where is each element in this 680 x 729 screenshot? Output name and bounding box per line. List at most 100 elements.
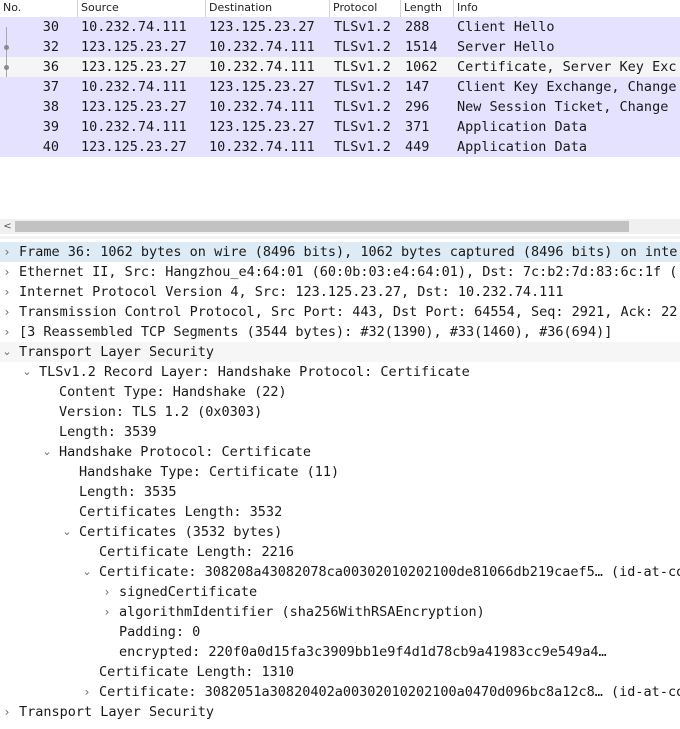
tree-item-label: Transmission Control Protocol, Src Port:… xyxy=(19,304,678,320)
scrollbar-thumb[interactable] xyxy=(15,221,629,232)
chevron-down-icon[interactable]: ⌄ xyxy=(41,442,53,462)
tree-item[interactable]: Version: TLS 1.2 (0x0303) xyxy=(0,402,680,422)
packet-cell-length: 147 xyxy=(405,79,430,95)
chevron-right-icon[interactable]: › xyxy=(1,282,13,302)
tree-item[interactable]: › Transport Layer Security xyxy=(0,702,680,722)
packet-cell-protocol: TLSv1.2 xyxy=(334,39,391,55)
packet-cell-info: Certificate, Server Key Exc xyxy=(457,59,677,75)
tree-item-label: Ethernet II, Src: Hangzhou_e4:64:01 (60:… xyxy=(19,264,678,280)
packet-details-tree: › Frame 36: 1062 bytes on wire (8496 bits… xyxy=(0,242,680,729)
tree-item[interactable]: Handshake Type: Certificate (11) xyxy=(0,462,680,482)
horizontal-scrollbar[interactable]: < xyxy=(0,219,680,234)
packet-cell-destination: 123.125.23.27 xyxy=(209,119,315,135)
tree-item-label: TLSv1.2 Record Layer: Handshake Protocol… xyxy=(39,364,470,380)
chevron-right-icon[interactable]: › xyxy=(101,602,113,622)
packet-cell-info: Client Hello xyxy=(457,19,555,35)
packet-cell-protocol: TLSv1.2 xyxy=(334,119,391,135)
chevron-right-icon[interactable]: › xyxy=(81,682,93,702)
packet-cell-protocol: TLSv1.2 xyxy=(334,139,391,155)
tree-item-label: Frame 36: 1062 bytes on wire (8496 bits)… xyxy=(19,244,678,260)
tree-item[interactable]: ⌄ Certificates (3532 bytes) xyxy=(0,522,680,542)
tree-item[interactable]: Certificate Length: 2216 xyxy=(0,542,680,562)
chevron-down-icon[interactable]: ⌄ xyxy=(61,522,73,542)
packet-row[interactable]: 32 123.125.23.27 10.232.74.111 TLSv1.2 1514 S… xyxy=(0,37,680,57)
related-packet-dot-icon xyxy=(4,45,9,50)
column-header-no[interactable]: No. xyxy=(0,0,78,17)
packet-row[interactable]: 30 10.232.74.111 123.125.23.27 TLSv1.2 288 Cl… xyxy=(0,17,680,37)
tree-item-label: signedCertificate xyxy=(119,584,258,600)
packet-row[interactable]: 40 123.125.23.27 10.232.74.111 TLSv1.2 449 Ap… xyxy=(0,137,680,157)
packet-cell-source: 123.125.23.27 xyxy=(81,59,187,75)
tree-item[interactable]: › Ethernet II, Src: Hangzhou_e4:64:01 (60… xyxy=(0,262,680,282)
tree-item[interactable]: Certificate Length: 1310 xyxy=(0,662,680,682)
tree-item[interactable]: › Transmission Control Protocol, Src Port… xyxy=(0,302,680,322)
packet-list: No. Source Destination Protocol Length I… xyxy=(0,0,680,218)
tree-item[interactable]: Content Type: Handshake (22) xyxy=(0,382,680,402)
chevron-down-icon[interactable]: ⌄ xyxy=(21,362,33,382)
tree-item[interactable]: › [3 Reassembled TCP Segments (3544 bytes… xyxy=(0,322,680,342)
chevron-right-icon[interactable]: › xyxy=(1,262,13,282)
packet-row[interactable]: 38 123.125.23.27 10.232.74.111 TLSv1.2 296 Ne… xyxy=(0,97,680,117)
packet-row[interactable]: 39 10.232.74.111 123.125.23.27 TLSv1.2 371 Ap… xyxy=(0,117,680,137)
column-header-length[interactable]: Length xyxy=(401,0,454,17)
scroll-left-arrow-icon[interactable]: < xyxy=(2,221,13,232)
tree-item[interactable]: ⌄ TLSv1.2 Record Layer: Handshake Protoco… xyxy=(0,362,680,382)
packet-row[interactable]: 36 123.125.23.27 10.232.74.111 TLSv1.2 1062 C… xyxy=(0,57,680,77)
chevron-right-icon[interactable]: › xyxy=(101,582,113,602)
tree-item[interactable]: encrypted: 220f0a0d15fa3c3909bb1e9f4d1d7… xyxy=(0,642,680,662)
tree-item[interactable]: › Internet Protocol Version 4, Src: 123.1… xyxy=(0,282,680,302)
tree-item-label: Certificates Length: 3532 xyxy=(79,504,283,520)
tree-item-label: Handshake Type: Certificate (11) xyxy=(79,464,340,480)
tree-item-label: encrypted: 220f0a0d15fa3c3909bb1e9f4d1d7… xyxy=(119,644,607,660)
packet-row[interactable]: 37 10.232.74.111 123.125.23.27 TLSv1.2 147 Cl… xyxy=(0,77,680,97)
chevron-down-icon[interactable]: ⌄ xyxy=(1,342,13,362)
tree-item-label: Content Type: Handshake (22) xyxy=(59,384,287,400)
packet-cell-source: 123.125.23.27 xyxy=(81,139,187,155)
packet-cell-info: Server Hello xyxy=(457,39,555,55)
column-header-source[interactable]: Source xyxy=(78,0,206,17)
related-packet-dot-icon xyxy=(4,65,9,70)
tree-item[interactable]: Length: 3539 xyxy=(0,422,680,442)
tree-item-label: Certificate Length: 1310 xyxy=(99,664,295,680)
tree-item[interactable]: › Frame 36: 1062 bytes on wire (8496 bits… xyxy=(0,242,680,262)
tree-item[interactable]: ⌄ Certificate: 308208a43082078ca003020102… xyxy=(0,562,680,582)
tree-item[interactable]: Length: 3535 xyxy=(0,482,680,502)
packet-cell-protocol: TLSv1.2 xyxy=(334,99,391,115)
tree-item[interactable]: › Certificate: 3082051a30820402a003020102… xyxy=(0,682,680,702)
tree-item[interactable]: › signedCertificate xyxy=(0,582,680,602)
packet-cell-no: 36 xyxy=(42,59,59,75)
chevron-right-icon[interactable]: › xyxy=(1,322,13,342)
column-header-destination[interactable]: Destination xyxy=(206,0,330,17)
pane-splitter[interactable] xyxy=(0,236,680,239)
tree-item[interactable]: ⌄ Handshake Protocol: Certificate xyxy=(0,442,680,462)
tree-item[interactable]: ⌄ Transport Layer Security xyxy=(0,342,680,362)
tree-item-label: Version: TLS 1.2 (0x0303) xyxy=(59,404,263,420)
chevron-right-icon[interactable]: › xyxy=(1,242,13,262)
packet-cell-destination: 10.232.74.111 xyxy=(209,59,315,75)
packet-cell-length: 288 xyxy=(405,19,430,35)
packet-list-header: No. Source Destination Protocol Length I… xyxy=(0,0,680,18)
chevron-right-icon[interactable]: › xyxy=(1,702,13,722)
packet-cell-source: 10.232.74.111 xyxy=(81,79,187,95)
tree-item-label: Padding: 0 xyxy=(119,624,201,640)
packet-rows: 30 10.232.74.111 123.125.23.27 TLSv1.2 288 Cl… xyxy=(0,17,680,157)
packet-cell-info: Application Data xyxy=(457,139,588,155)
column-header-protocol[interactable]: Protocol xyxy=(330,0,401,17)
packet-cell-source: 123.125.23.27 xyxy=(81,39,187,55)
packet-cell-info: New Session Ticket, Change xyxy=(457,99,669,115)
column-header-info[interactable]: Info xyxy=(454,0,680,17)
packet-cell-no: 39 xyxy=(42,119,59,135)
packet-cell-destination: 10.232.74.111 xyxy=(209,139,315,155)
chevron-right-icon[interactable]: › xyxy=(1,302,13,322)
tree-item-label: Internet Protocol Version 4, Src: 123.12… xyxy=(19,284,564,300)
tree-item[interactable]: Padding: 0 xyxy=(0,622,680,642)
tree-item[interactable]: › algorithmIdentifier (sha256WithRSAEncry… xyxy=(0,602,680,622)
packet-cell-destination: 10.232.74.111 xyxy=(209,99,315,115)
chevron-down-icon[interactable]: ⌄ xyxy=(81,562,93,582)
tree-item-label: Certificate Length: 2216 xyxy=(99,544,295,560)
tree-item[interactable]: Certificates Length: 3532 xyxy=(0,502,680,522)
packet-cell-source: 10.232.74.111 xyxy=(81,119,187,135)
packet-cell-length: 449 xyxy=(405,139,430,155)
tree-item-label: Handshake Protocol: Certificate xyxy=(59,444,311,460)
packet-cell-length: 1062 xyxy=(405,59,438,75)
